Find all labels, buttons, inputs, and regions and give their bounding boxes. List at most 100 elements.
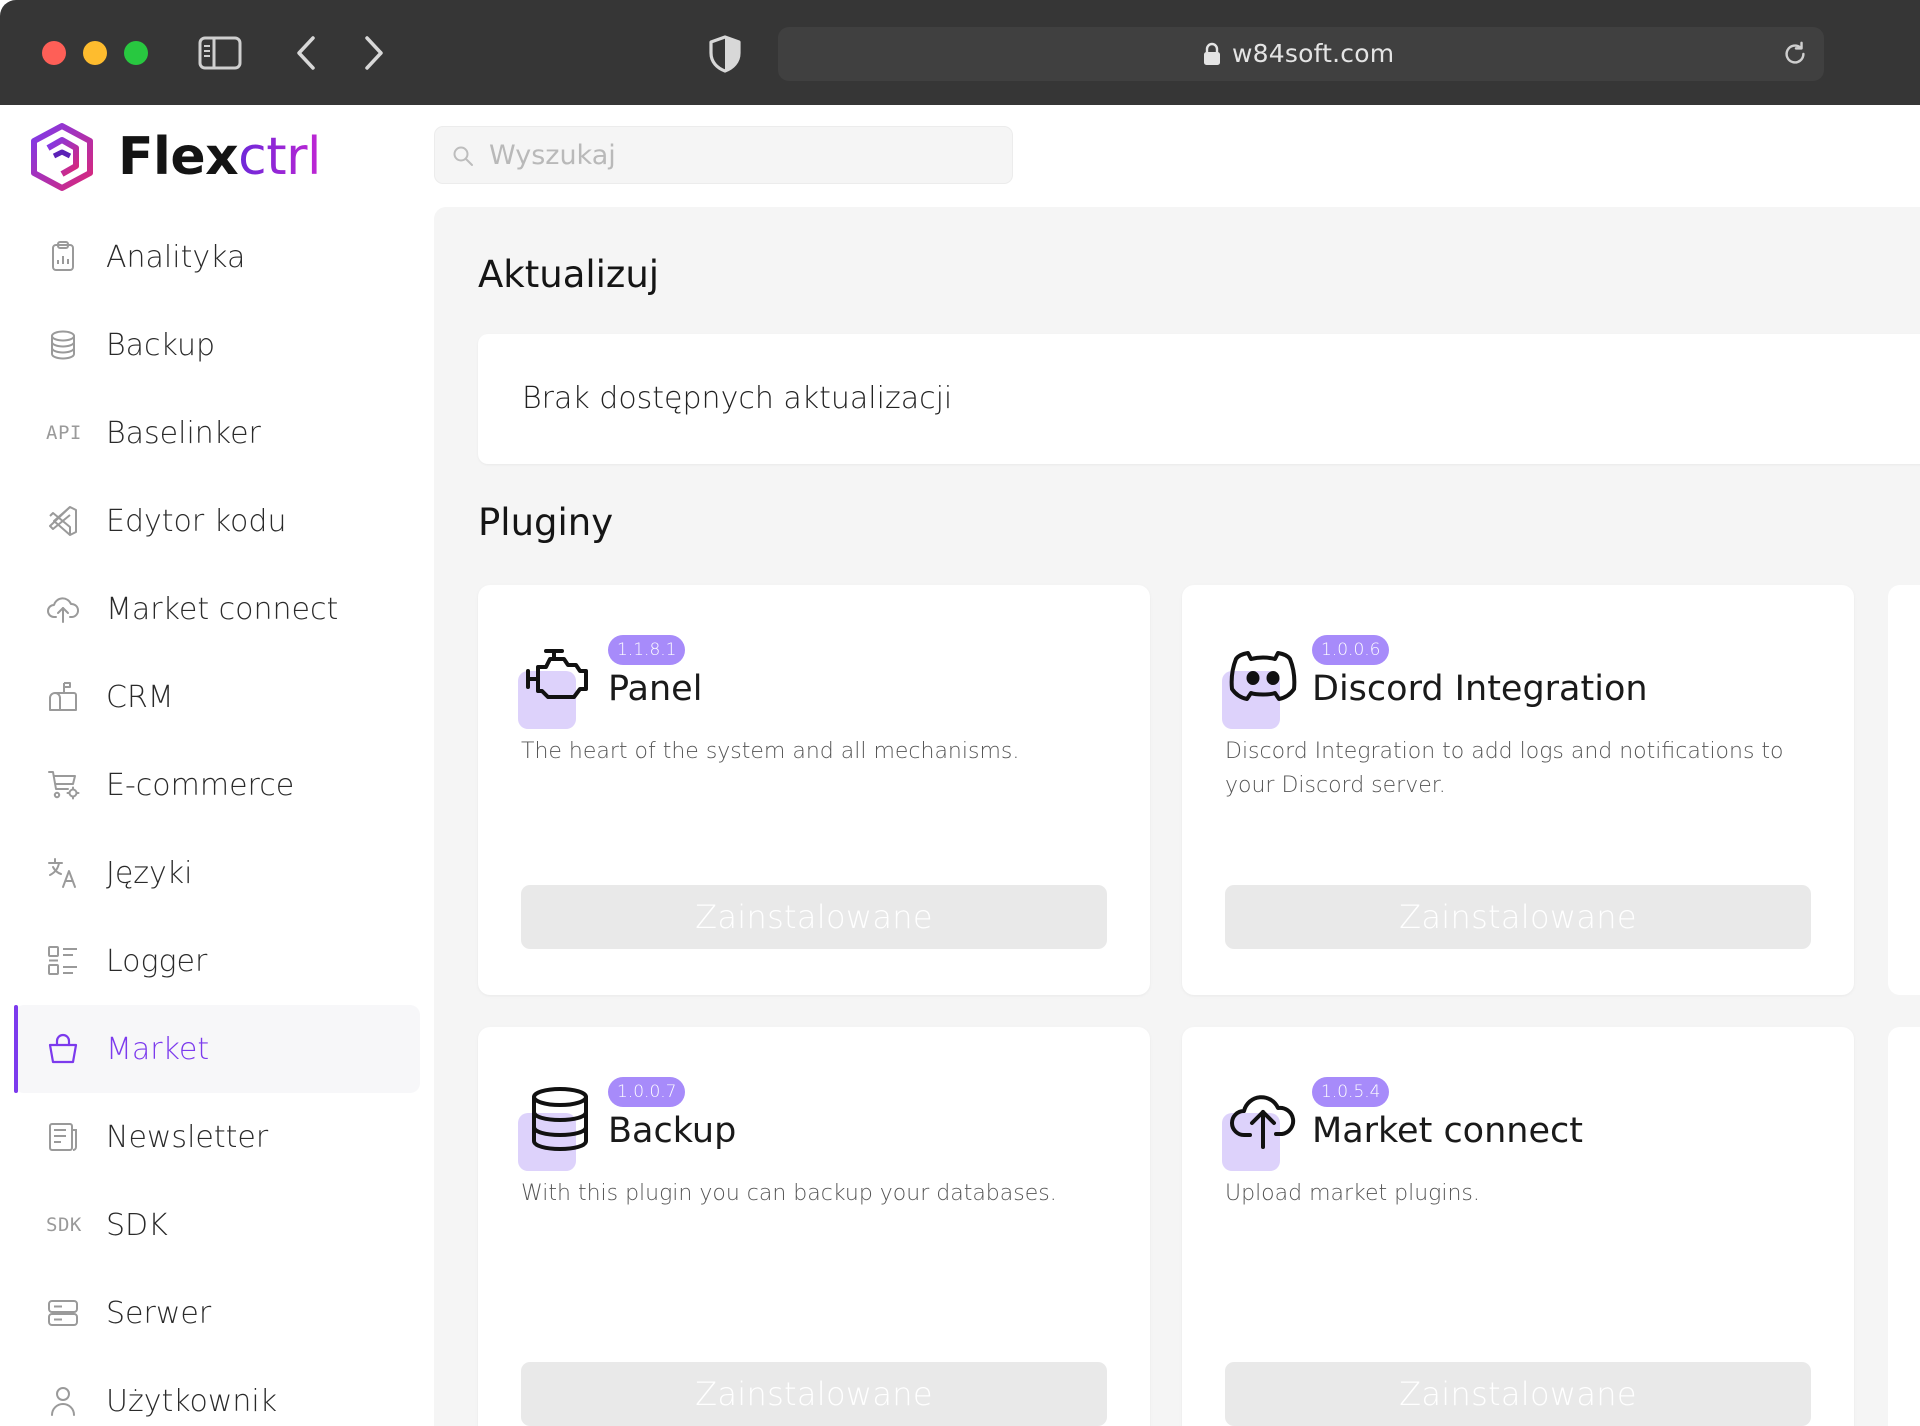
browser-window: w84soft.com Flexctrl Analityka Backup AP… bbox=[0, 0, 1920, 1426]
engine-icon bbox=[526, 649, 588, 699]
api-icon-text: API bbox=[46, 422, 82, 444]
privacy-shield-icon[interactable] bbox=[706, 34, 744, 74]
app-root: Flexctrl Analityka Backup API Baselinker… bbox=[0, 105, 1920, 1426]
sidebar-item-market-connect[interactable]: Market connect bbox=[14, 565, 420, 653]
plugin-name: Market connect bbox=[1312, 1111, 1583, 1151]
logo-text-flex: Flex bbox=[118, 127, 239, 187]
back-arrow-icon[interactable] bbox=[290, 34, 324, 72]
sidebar-item-label: Market connect bbox=[106, 591, 339, 627]
plugin-name: Backup bbox=[608, 1111, 737, 1151]
forward-arrow-icon[interactable] bbox=[356, 34, 390, 72]
list-icon bbox=[14, 944, 88, 978]
address-bar[interactable]: w84soft.com bbox=[778, 27, 1824, 81]
shopping-bag-icon bbox=[14, 1032, 88, 1066]
sidebar-item-label: Backup bbox=[106, 327, 216, 363]
plugin-description: Upload market plugins. bbox=[1225, 1181, 1480, 1206]
sidebar-item-label: Logger bbox=[106, 943, 208, 979]
sidebar-item-edytor-kodu[interactable]: Edytor kodu bbox=[14, 477, 420, 565]
sdk-icon-text: SDK bbox=[46, 1214, 82, 1236]
version-badge: 1.0.0.6 bbox=[1312, 635, 1390, 665]
user-icon bbox=[14, 1384, 88, 1418]
cart-settings-icon bbox=[14, 768, 88, 802]
sidebar-item-label: Użytkownik bbox=[106, 1383, 278, 1419]
sidebar-item-crm[interactable]: CRM bbox=[14, 653, 420, 741]
cloud-upload-icon bbox=[1230, 1095, 1296, 1149]
minimize-window-button[interactable] bbox=[83, 41, 107, 65]
reload-icon[interactable] bbox=[1780, 39, 1810, 69]
sidebar-item-label: CRM bbox=[106, 679, 174, 715]
clipboard-chart-icon bbox=[14, 240, 88, 274]
plugin-description: Discord Integration to add logs and noti… bbox=[1225, 739, 1784, 798]
sidebar-item-label: Market bbox=[106, 1031, 210, 1067]
sidebar-item-serwer[interactable]: Serwer bbox=[14, 1269, 420, 1357]
sidebar-toggle-icon[interactable] bbox=[198, 36, 242, 70]
plugin-name: Discord Integration bbox=[1312, 669, 1648, 709]
search-input[interactable] bbox=[489, 127, 989, 183]
plugins-section-title: Pluginy bbox=[478, 501, 614, 544]
plugin-icon bbox=[1222, 1085, 1298, 1171]
main-content: Aktualizuj Brak dostępnych aktualizacji … bbox=[434, 207, 1920, 1426]
sidebar-item-label: Serwer bbox=[106, 1295, 212, 1331]
plugin-name: Panel bbox=[608, 669, 703, 709]
plugin-icon bbox=[518, 1085, 594, 1171]
installed-button[interactable]: Zainstalowane bbox=[1225, 1362, 1811, 1426]
plugin-card-partial bbox=[1888, 585, 1920, 995]
code-editor-icon bbox=[14, 504, 88, 538]
sidebar-item-e-commerce[interactable]: E-commerce bbox=[14, 741, 420, 829]
version-badge: 1.0.0.7 bbox=[608, 1077, 686, 1107]
url-text: w84soft.com bbox=[1232, 39, 1395, 68]
sidebar-item-label: Baselinker bbox=[106, 415, 261, 451]
update-card: Brak dostępnych aktualizacji bbox=[478, 334, 1920, 464]
plugin-card-market-connect: 1.0.5.4 Market connect Upload market plu… bbox=[1182, 1027, 1854, 1426]
sidebar-nav: Analityka Backup API Baselinker Edytor k… bbox=[14, 213, 420, 1426]
logo-text-ctrl: ctrl bbox=[238, 127, 321, 187]
sidebar-item-label: Języki bbox=[106, 855, 193, 891]
plugin-icon bbox=[518, 643, 594, 729]
discord-icon bbox=[1229, 651, 1297, 701]
installed-button[interactable]: Zainstalowane bbox=[521, 885, 1107, 949]
plugin-card-discord-integration: 1.0.0.6 Discord Integration Discord Inte… bbox=[1182, 585, 1854, 995]
sidebar-item-label: Analityka bbox=[106, 239, 246, 275]
server-icon bbox=[14, 1296, 88, 1330]
maximize-window-button[interactable] bbox=[124, 41, 148, 65]
installed-button[interactable]: Zainstalowane bbox=[1225, 885, 1811, 949]
sidebar-item-label: Newsletter bbox=[106, 1119, 269, 1155]
version-badge: 1.0.5.4 bbox=[1312, 1077, 1390, 1107]
sidebar-item-backup[interactable]: Backup bbox=[14, 301, 420, 389]
plugin-description: The heart of the system and all mechanis… bbox=[521, 739, 1020, 764]
flexctrl-logo[interactable]: Flexctrl bbox=[26, 122, 321, 192]
lock-icon bbox=[1202, 42, 1222, 66]
plugin-icon bbox=[1222, 643, 1298, 729]
sidebar-item-analityka[interactable]: Analityka bbox=[14, 213, 420, 301]
sidebar-item-market[interactable]: Market bbox=[14, 1005, 420, 1093]
search-icon bbox=[451, 144, 475, 168]
plugin-card-partial bbox=[1888, 1027, 1920, 1426]
sidebar-item-logger[interactable]: Logger bbox=[14, 917, 420, 1005]
sidebar-item-uzytkownik[interactable]: Użytkownik bbox=[14, 1357, 420, 1426]
update-section-title: Aktualizuj bbox=[478, 253, 660, 296]
database-icon bbox=[532, 1087, 588, 1152]
flexctrl-logo-icon bbox=[31, 123, 93, 191]
close-window-button[interactable] bbox=[42, 41, 66, 65]
search-bar bbox=[434, 126, 1013, 184]
logo-text: Flexctrl bbox=[118, 122, 321, 192]
sidebar-item-label: Edytor kodu bbox=[106, 503, 287, 539]
mailbox-icon bbox=[14, 680, 88, 714]
translate-icon bbox=[14, 856, 88, 890]
sidebar-item-label: SDK bbox=[106, 1207, 168, 1243]
version-badge: 1.1.8.1 bbox=[608, 635, 686, 665]
sidebar: Flexctrl Analityka Backup API Baselinker… bbox=[0, 105, 434, 1426]
newspaper-icon bbox=[14, 1120, 88, 1154]
cloud-upload-icon bbox=[14, 592, 88, 626]
database-icon bbox=[14, 328, 88, 362]
sidebar-item-baselinker[interactable]: API Baselinker bbox=[14, 389, 420, 477]
sidebar-item-sdk[interactable]: SDK SDK bbox=[14, 1181, 420, 1269]
browser-titlebar: w84soft.com bbox=[0, 0, 1920, 105]
sidebar-item-jezyki[interactable]: Języki bbox=[14, 829, 420, 917]
no-updates-message: Brak dostępnych aktualizacji bbox=[522, 381, 953, 416]
sidebar-item-newsletter[interactable]: Newsletter bbox=[14, 1093, 420, 1181]
installed-button[interactable]: Zainstalowane bbox=[521, 1362, 1107, 1426]
plugin-description: With this plugin you can backup your dat… bbox=[521, 1181, 1057, 1206]
sidebar-item-label: E-commerce bbox=[106, 767, 295, 803]
plugin-card-panel: 1.1.8.1 Panel The heart of the system an… bbox=[478, 585, 1150, 995]
